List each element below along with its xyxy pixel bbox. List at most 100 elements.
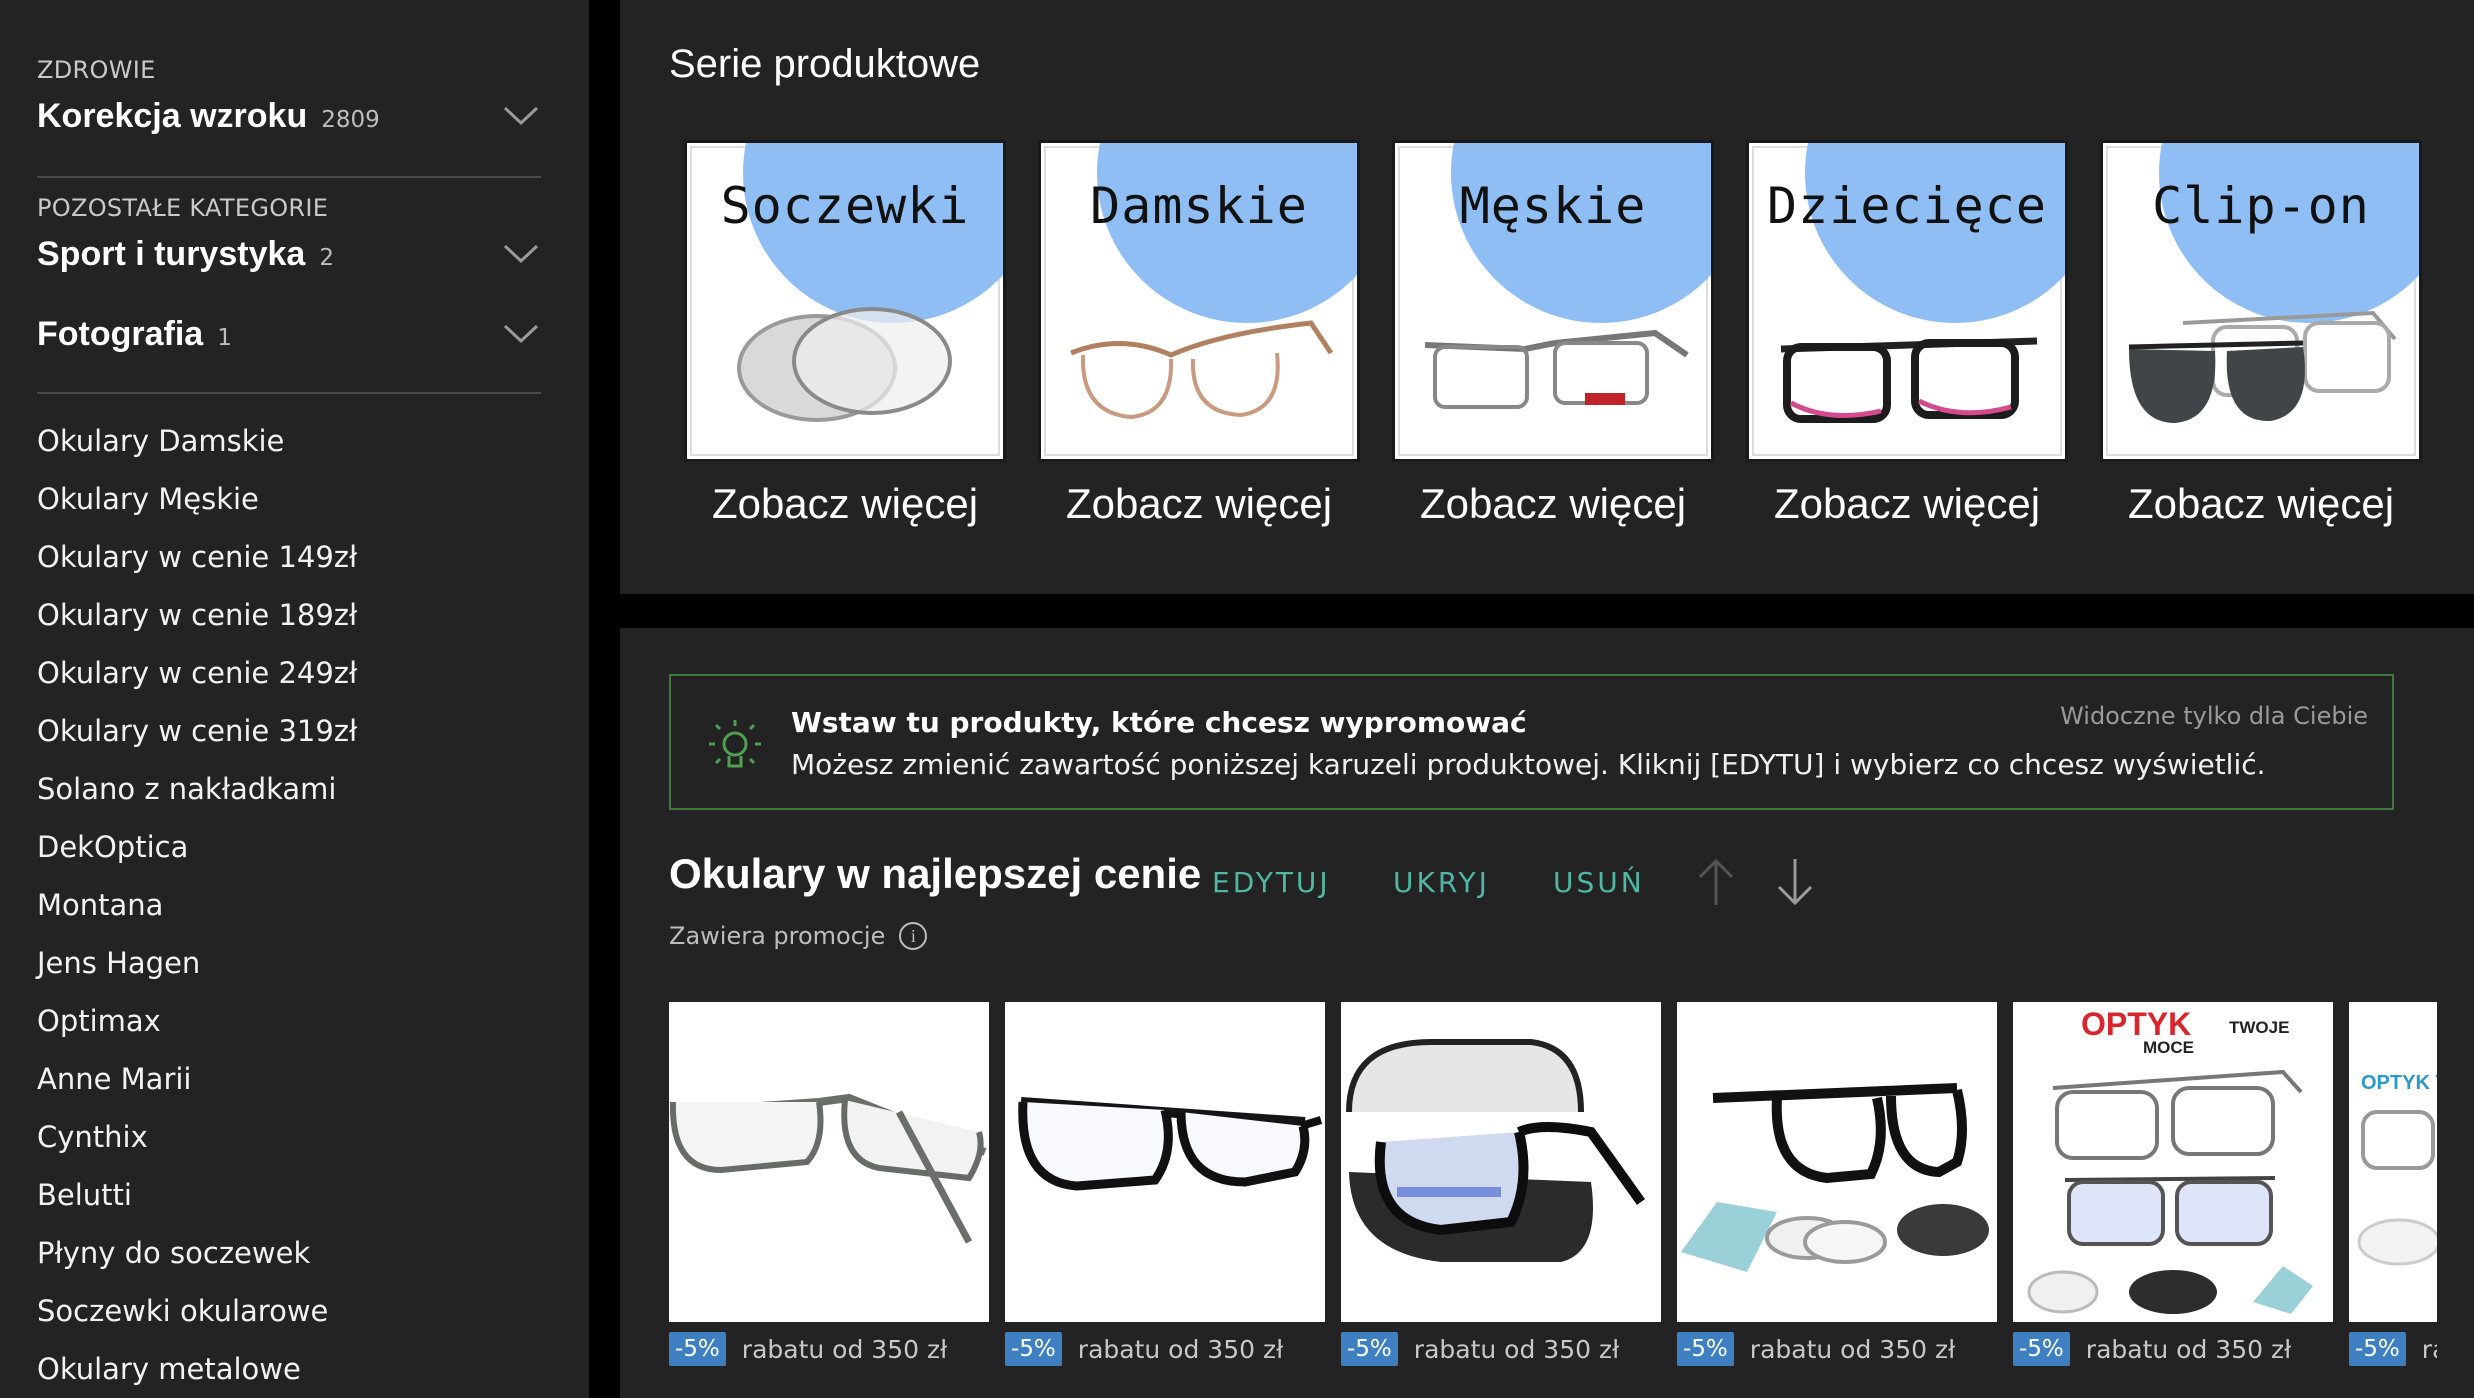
promo-description: Możesz zmienić zawartość poniższej karuz… xyxy=(791,748,2266,781)
sidebar-link[interactable]: Okulary metalowe xyxy=(37,1348,541,1398)
sidebar-link[interactable]: Cynthix xyxy=(37,1116,541,1174)
discount-badge: -5% xyxy=(2013,1332,2070,1366)
series-card-meskie[interactable]: Męskie Zobacz więcej xyxy=(1392,140,1714,528)
subcategory-list: Okulary Damskie Okulary Męskie Okulary w… xyxy=(37,420,541,1398)
chevron-down-icon[interactable] xyxy=(501,234,541,274)
sidebar-link[interactable]: Okulary w cenie 149zł xyxy=(37,536,541,594)
sidebar-link[interactable]: Okulary Damskie xyxy=(37,420,541,478)
carousel-title: Okulary w najlepszej cenie xyxy=(669,850,1202,897)
hide-button[interactable]: UKRYJ xyxy=(1393,866,1490,899)
glasses-icon xyxy=(1424,329,1689,409)
product-card[interactable]: -5% rabatu od 350 zł xyxy=(1005,1002,1325,1366)
category-sport-i-turystyka[interactable]: Sport i turystyka 2 xyxy=(37,228,541,280)
move-up-icon[interactable] xyxy=(1691,854,1741,910)
series-image[interactable]: Dziecięce xyxy=(1746,140,2068,462)
sidebar-link[interactable]: Jens Hagen xyxy=(37,942,541,1000)
series-card-soczewki[interactable]: Soczewki Zobacz więcej xyxy=(684,140,1006,528)
health-section: ZDROWIE Korekcja wzroku 2809 xyxy=(37,56,541,142)
see-more-link[interactable]: Zobacz więcej xyxy=(1038,480,1360,528)
health-kicker: ZDROWIE xyxy=(37,56,156,84)
category-count: 2809 xyxy=(321,106,380,133)
series-image[interactable]: Clip-on xyxy=(2100,140,2422,462)
divider xyxy=(37,176,541,178)
remove-button[interactable]: USUŃ xyxy=(1553,866,1645,899)
promotions-note: Zawiera promocje i xyxy=(669,922,928,950)
category-sidebar: ZDROWIE Korekcja wzroku 2809 POZOSTAŁE KA… xyxy=(0,0,589,1398)
category-count: 1 xyxy=(217,324,232,351)
product-image[interactable] xyxy=(1341,1002,1661,1322)
series-tile-label: Dziecięce xyxy=(1767,177,2047,235)
edit-button[interactable]: EDYTUJ xyxy=(1212,866,1331,899)
category-count: 2 xyxy=(319,244,334,271)
discount-badge: -5% xyxy=(1341,1332,1398,1366)
see-more-link[interactable]: Zobacz więcej xyxy=(1746,480,2068,528)
product-card[interactable]: -5% rabatu od 350 zł xyxy=(1341,1002,1661,1366)
see-more-link[interactable]: Zobacz więcej xyxy=(684,480,1006,528)
chevron-down-icon[interactable] xyxy=(501,314,541,354)
sidebar-link[interactable]: Okulary w cenie 189zł xyxy=(37,594,541,652)
sidebar-link[interactable]: Anne Marii xyxy=(37,1058,541,1116)
series-tile-label: Clip-on xyxy=(2152,177,2370,235)
move-down-icon[interactable] xyxy=(1770,854,1820,910)
divider xyxy=(37,392,541,394)
see-more-link[interactable]: Zobacz więcej xyxy=(1392,480,1714,528)
sidebar-link[interactable]: Płyny do soczewek xyxy=(37,1232,541,1290)
discount-badge: -5% xyxy=(1677,1332,1734,1366)
sidebar-link[interactable]: Optimax xyxy=(37,1000,541,1058)
series-card-clip-on[interactable]: Clip-on Zobacz więcej xyxy=(2100,140,2422,528)
promo-carousel-panel: Wstaw tu produkty, które chcesz wypromow… xyxy=(620,628,2474,1398)
chevron-down-icon[interactable] xyxy=(501,96,541,136)
sidebar-link[interactable]: DekOptica xyxy=(37,826,541,884)
product-carousel: -5% rabatu od 350 zł -5% rabatu od 350 z… xyxy=(669,1002,2437,1398)
series-image[interactable]: Damskie xyxy=(1038,140,1360,462)
promo-info-box: Wstaw tu produkty, które chcesz wypromow… xyxy=(669,674,2394,810)
discount-badge: -5% xyxy=(2349,1332,2406,1366)
sidebar-link[interactable]: Solano z nakładkami xyxy=(37,768,541,826)
category-korekcja-wzroku[interactable]: Korekcja wzroku 2809 xyxy=(37,90,541,142)
product-series-panel: Serie produktowe Soczewki Zobacz więcej … xyxy=(620,0,2474,594)
sidebar-link[interactable]: Montana xyxy=(37,884,541,942)
sidebar-link[interactable]: Belutti xyxy=(37,1174,541,1232)
lightbulb-icon xyxy=(707,716,763,780)
sidebar-link[interactable]: Soczewki okularowe xyxy=(37,1290,541,1348)
series-tile-label: Damskie xyxy=(1090,177,1308,235)
see-more-link[interactable]: Zobacz więcej xyxy=(2100,480,2422,528)
series-tile-label: Męskie xyxy=(1459,177,1647,235)
product-image[interactable] xyxy=(1005,1002,1325,1322)
promo-heading: Wstaw tu produkty, które chcesz wypromow… xyxy=(791,706,1527,739)
discount-text: ra xyxy=(2421,1334,2437,1364)
discount-text: rabatu od 350 zł xyxy=(1077,1334,1284,1364)
category-name: Fotografia xyxy=(37,314,204,353)
discount-text: rabatu od 350 zł xyxy=(2085,1334,2292,1364)
category-name: Sport i turystyka xyxy=(37,234,306,273)
product-image[interactable]: OPTYK TWOJE MOCE xyxy=(2013,1002,2333,1322)
visibility-note: Widoczne tylko dla Ciebie xyxy=(2060,702,2368,730)
product-card[interactable]: OPTYK TWOJE MOCE -5% rabatu od 350 zł xyxy=(2013,1002,2333,1366)
sidebar-link[interactable]: Okulary w cenie 249zł xyxy=(37,652,541,710)
category-fotografia[interactable]: Fotografia 1 xyxy=(37,308,541,360)
sidebar-link[interactable]: Okulary Męskie xyxy=(37,478,541,536)
discount-text: rabatu od 350 zł xyxy=(1749,1334,1956,1364)
product-card[interactable]: -5% rabatu od 350 zł xyxy=(669,1002,989,1366)
product-image[interactable] xyxy=(669,1002,989,1322)
category-name: Korekcja wzroku xyxy=(37,96,308,135)
product-image[interactable]: OPTYK T xyxy=(2349,1002,2437,1322)
series-card-damskie[interactable]: Damskie Zobacz więcej xyxy=(1038,140,1360,528)
product-card[interactable]: OPTYK T -5% ra xyxy=(2349,1002,2437,1366)
discount-text: rabatu od 350 zł xyxy=(741,1334,948,1364)
series-image[interactable]: Męskie xyxy=(1392,140,1714,462)
discount-badge: -5% xyxy=(1005,1332,1062,1366)
series-card-dzieciece[interactable]: Dziecięce Zobacz więcej xyxy=(1746,140,2068,528)
lens-icon xyxy=(737,307,952,422)
series-image[interactable]: Soczewki xyxy=(684,140,1006,462)
product-card[interactable]: -5% rabatu od 350 zł xyxy=(1677,1002,1997,1366)
other-categories-section: POZOSTAŁE KATEGORIE Sport i turystyka 2 F… xyxy=(37,194,541,360)
other-kicker: POZOSTAŁE KATEGORIE xyxy=(37,194,329,222)
info-icon[interactable]: i xyxy=(899,922,928,950)
sidebar-link[interactable]: Okulary w cenie 319zł xyxy=(37,710,541,768)
series-title: Serie produktowe xyxy=(669,42,981,86)
clip-on-glasses-icon xyxy=(2128,310,2397,423)
glasses-icon xyxy=(1070,320,1334,420)
series-tile-label: Soczewki xyxy=(720,177,970,235)
product-image[interactable] xyxy=(1677,1002,1997,1322)
